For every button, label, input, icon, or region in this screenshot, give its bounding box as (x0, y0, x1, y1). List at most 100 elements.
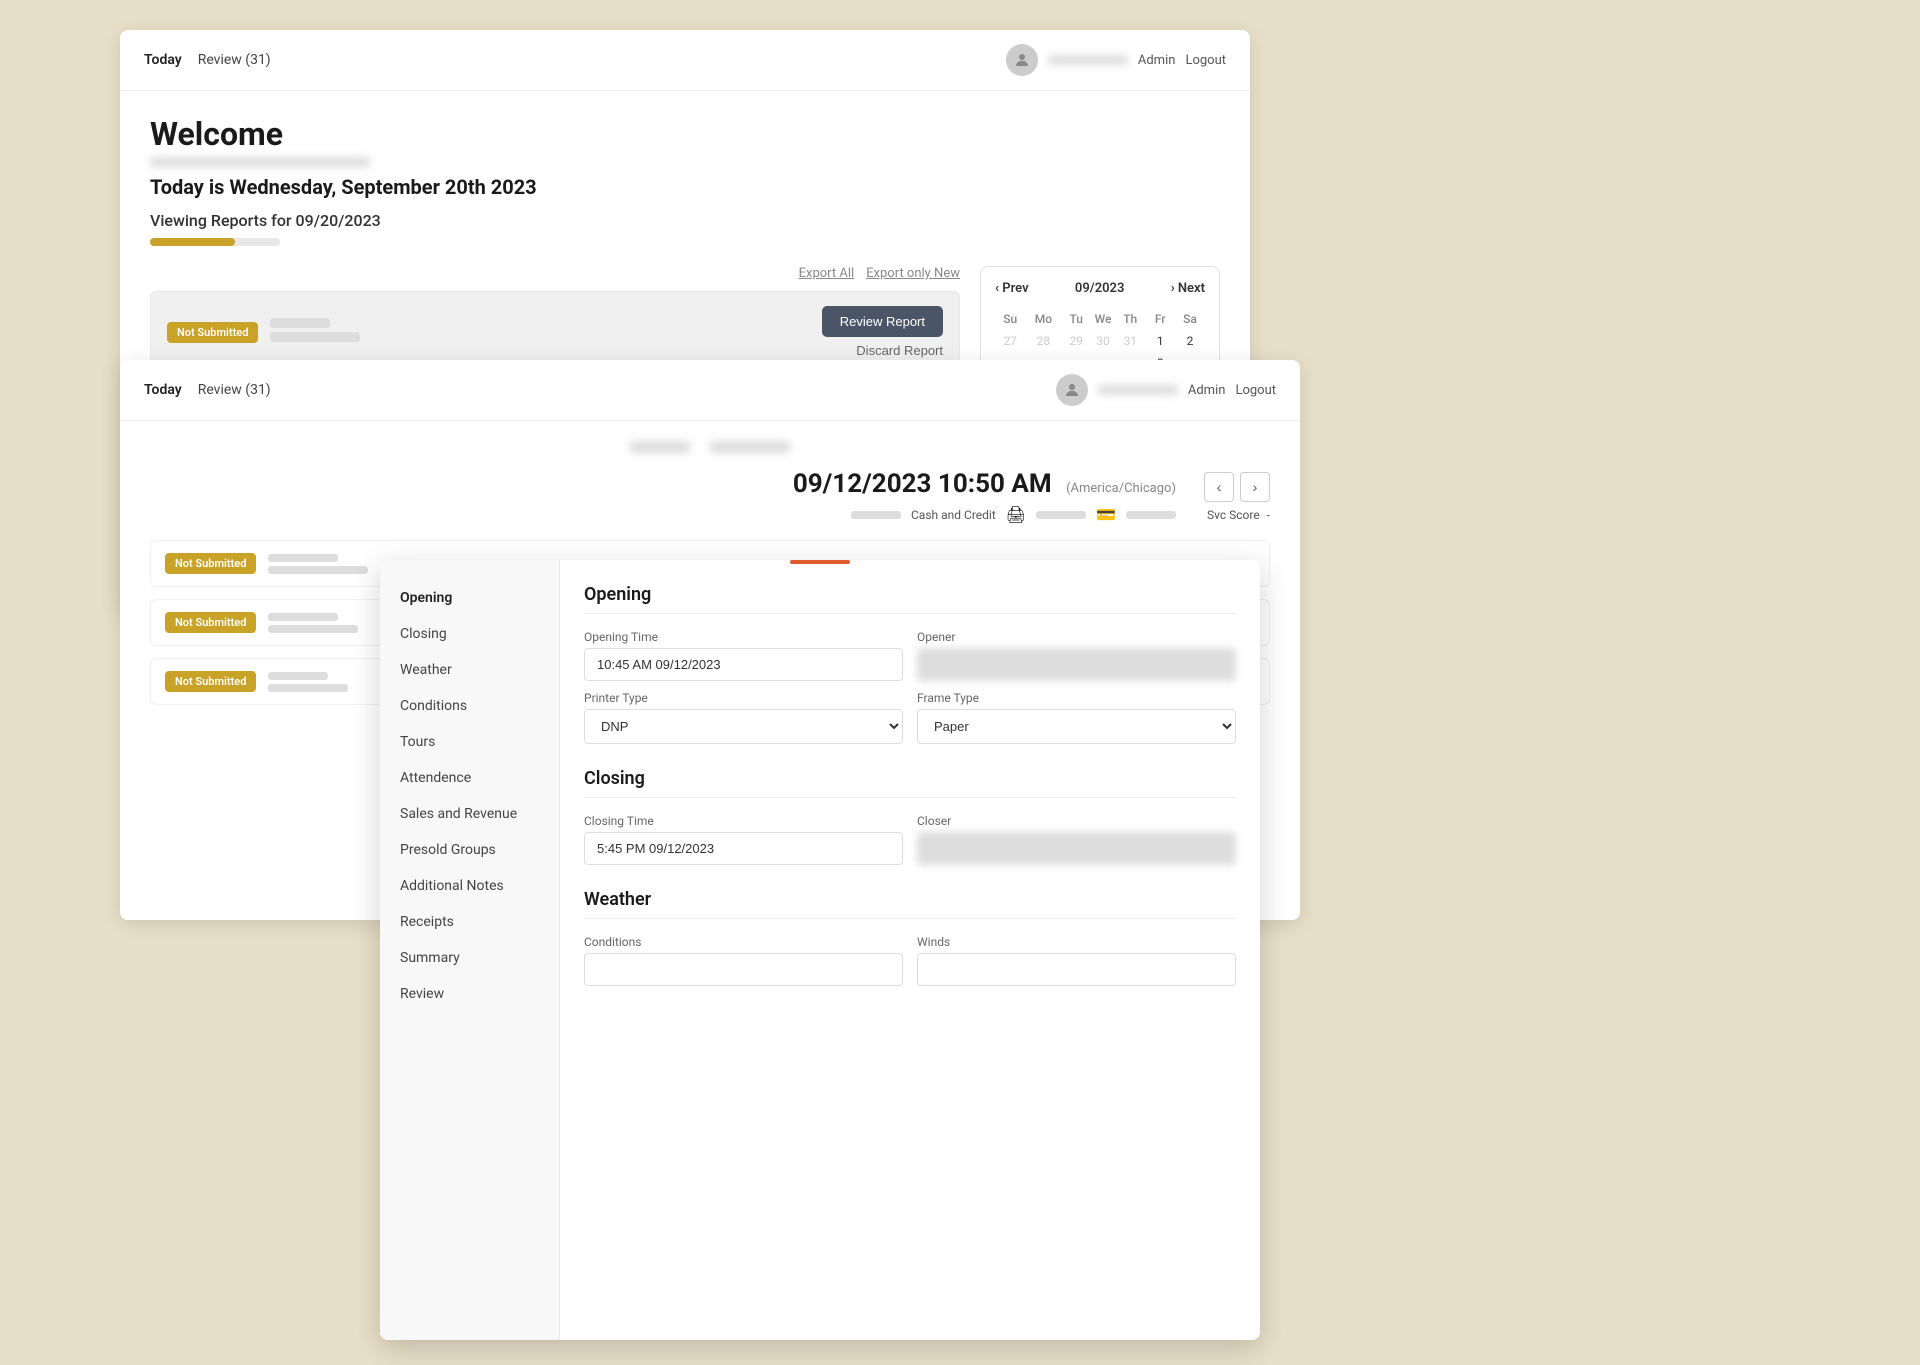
cal-day[interactable]: 1 (1145, 330, 1175, 352)
sidebar-item-weather[interactable]: Weather (380, 652, 559, 688)
sidebar-item-opening[interactable]: Opening (380, 580, 559, 616)
cal-header-tu: Tu (1061, 308, 1091, 330)
nav-review-card1[interactable]: Review (31) (198, 52, 271, 68)
report-blur-5 (268, 672, 328, 680)
cal-day[interactable]: 29 (1061, 330, 1091, 352)
sidebar-item-presold[interactable]: Presold Groups (380, 832, 559, 868)
opener-col: Opener (917, 630, 1236, 681)
weather-row: Conditions Winds (584, 935, 1236, 986)
avatar-card1 (1006, 44, 1038, 76)
not-submitted-badge-s2: Not Submitted (165, 612, 256, 633)
report-blur-3 (268, 613, 338, 621)
nav-today-card2[interactable]: Today (144, 382, 182, 398)
closer-input[interactable] (917, 832, 1236, 865)
wind-input[interactable] (917, 953, 1236, 986)
frame-type-label: Frame Type (917, 691, 1236, 705)
closing-time-col: Closing Time (584, 814, 903, 865)
logout-label-card1[interactable]: Logout (1185, 53, 1226, 68)
svc-score-value: - (1267, 508, 1270, 522)
nav-today-card1[interactable]: Today (144, 52, 182, 68)
meta-blur-2 (1036, 511, 1086, 519)
form-area: Opening Opening Time Opener Printer Type… (560, 560, 1260, 1340)
cal-header-th: Th (1115, 308, 1145, 330)
calendar-nav: ‹ Prev 09/2023 › Next (995, 281, 1205, 296)
progress-bar-container (150, 238, 280, 246)
printer-type-select[interactable]: DNP Canon Other (584, 709, 903, 744)
cal-header-fr: Fr (1145, 308, 1175, 330)
cal-header-sa: Sa (1175, 308, 1205, 330)
nav-arrows: ‹ › (1204, 472, 1270, 502)
nav-review-card2[interactable]: Review (31) (198, 382, 271, 398)
not-submitted-badge-s1: Not Submitted (165, 553, 256, 574)
sidebar-item-receipts[interactable]: Receipts (380, 904, 559, 940)
closing-time-label: Closing Time (584, 814, 903, 828)
opening-time-input[interactable] (584, 648, 903, 681)
sidebar-item-notes[interactable]: Additional Notes (380, 868, 559, 904)
sidebar-item-closing[interactable]: Closing (380, 616, 559, 652)
export-all-btn[interactable]: Export All (799, 266, 855, 281)
credit-icon: 💳 (1096, 505, 1116, 524)
cal-day[interactable]: 27 (995, 330, 1025, 352)
report-blur-2 (268, 566, 368, 574)
logout-label-card2[interactable]: Logout (1235, 383, 1276, 398)
viewing-reports-label: Viewing Reports for 09/20/2023 (150, 211, 537, 230)
meta-blur-3 (1126, 511, 1176, 519)
sidebar-item-attendence[interactable]: Attendence (380, 760, 559, 796)
report-line-1 (270, 318, 330, 328)
today-date: Today is Wednesday, September 20th 2023 (150, 175, 537, 199)
cal-header-mo: Mo (1025, 308, 1061, 330)
export-only-new-btn[interactable]: Export only New (866, 266, 960, 281)
sidebar-item-sales[interactable]: Sales and Revenue (380, 796, 559, 832)
welcome-title: Welcome (150, 115, 537, 153)
closing-section-title: Closing (584, 768, 1236, 798)
not-submitted-badge-1: Not Submitted (167, 322, 258, 343)
opening-section-title: Opening (584, 584, 1236, 614)
report-blur-6 (268, 684, 348, 692)
review-report-btn[interactable]: Review Report (822, 306, 943, 337)
opener-input[interactable] (917, 648, 1236, 681)
form-sidebar: Opening Closing Weather Conditions Tours… (380, 560, 560, 1340)
report-actions-1: Review Report Discard Report (822, 306, 943, 358)
sidebar-item-tours[interactable]: Tours (380, 724, 559, 760)
meta-blur-1 (851, 511, 901, 519)
report-timezone: (America/Chicago) (1066, 481, 1176, 496)
sidebar-item-conditions[interactable]: Conditions (380, 688, 559, 724)
report-info-1 (270, 318, 809, 346)
sidebar-item-review[interactable]: Review (380, 976, 559, 1012)
username-card1 (1048, 55, 1128, 65)
cal-day[interactable]: 31 (1115, 330, 1145, 352)
opening-time-label: Opening Time (584, 630, 903, 644)
svc-score-label: Svc Score - (1207, 508, 1270, 522)
cal-next-btn[interactable]: › Next (1171, 281, 1205, 296)
progress-bar-fill (150, 238, 235, 246)
location-blur-2 (710, 441, 790, 453)
conditions-input[interactable] (584, 953, 903, 986)
not-submitted-badge-s3: Not Submitted (165, 671, 256, 692)
frame-type-col: Frame Type Paper Metal Wood (917, 691, 1236, 744)
printer-type-label: Printer Type (584, 691, 903, 705)
cal-day[interactable]: 30 (1091, 330, 1115, 352)
wind-col: Winds (917, 935, 1236, 986)
username-card2 (1098, 385, 1178, 395)
cal-prev-btn[interactable]: ‹ Prev (995, 281, 1029, 296)
cal-header-we: We (1091, 308, 1115, 330)
next-report-btn[interactable]: › (1240, 472, 1270, 502)
location-blur-1 (630, 441, 690, 453)
cal-day[interactable]: 2 (1175, 330, 1205, 352)
avatar-card2 (1056, 374, 1088, 406)
opener-label: Opener (917, 630, 1236, 644)
opening-time-col: Opening Time (584, 630, 903, 681)
conditions-col: Conditions (584, 935, 903, 986)
report-date: 09/12/2023 10:50 AM (America/Chicago) (150, 469, 1176, 499)
opening-time-row: Opening Time Opener (584, 630, 1236, 681)
cal-header-su: Su (995, 308, 1025, 330)
closing-time-row: Closing Time Closer (584, 814, 1236, 865)
sidebar-item-summary[interactable]: Summary (380, 940, 559, 976)
frame-type-select[interactable]: Paper Metal Wood (917, 709, 1236, 744)
prev-report-btn[interactable]: ‹ (1204, 472, 1234, 502)
discard-report-btn[interactable]: Discard Report (822, 343, 943, 358)
report-line-2 (270, 332, 360, 342)
printer-icon: 🖨 (1006, 505, 1026, 524)
cal-day[interactable]: 28 (1025, 330, 1061, 352)
closing-time-input[interactable] (584, 832, 903, 865)
